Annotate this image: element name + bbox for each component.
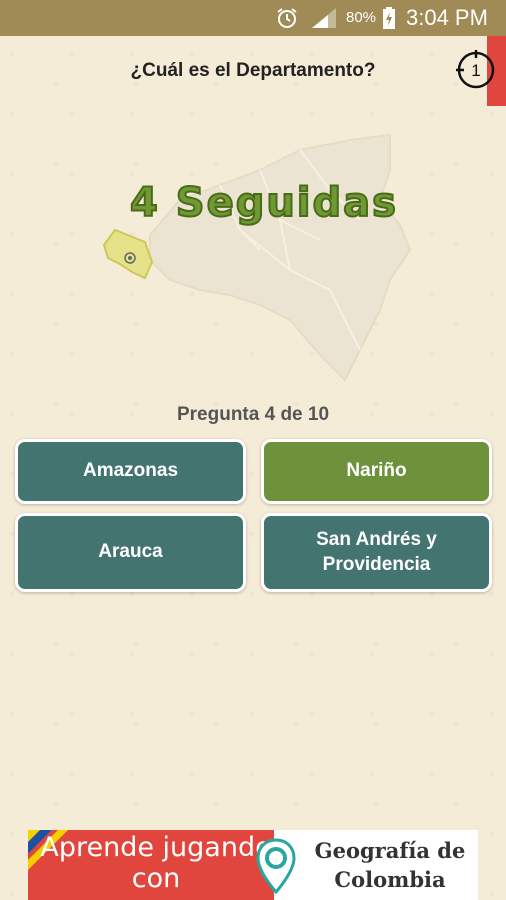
timer-value: 1 — [471, 61, 480, 80]
question-progress: Pregunta 4 de 10 — [176, 404, 330, 425]
answer-button-4[interactable]: San Andrés y Providencia — [261, 513, 492, 592]
battery-charging-icon — [383, 7, 395, 29]
clock: 3:04 PM — [406, 5, 488, 30]
timer-icon: 1 — [456, 50, 495, 89]
ad-banner[interactable]: Aprende jugando con Geografía de Colombi… — [28, 830, 478, 900]
status-bar: 80% 3:04 PM — [0, 0, 506, 36]
ad-right-panel: Geografía de Colombia — [256, 830, 478, 900]
answer-button-2[interactable]: Nariño — [261, 439, 492, 504]
question-title: ¿Cuál es el Departamento? — [130, 60, 376, 81]
ad-left-panel: Aprende jugando con — [28, 830, 274, 900]
ad-right-text: Geografía de Colombia — [314, 838, 466, 892]
alarm-icon — [277, 8, 297, 28]
signal-icon — [312, 8, 336, 28]
location-pin-icon — [256, 838, 296, 894]
answer-button-1[interactable]: Amazonas — [15, 439, 246, 504]
answer-button-3[interactable]: Arauca — [15, 513, 246, 592]
streak-label: 4 Seguidas — [129, 179, 398, 227]
map-region-outline — [149, 133, 412, 382]
colombia-map — [102, 133, 412, 382]
battery-percent: 80% — [346, 9, 377, 26]
ad-left-text: Aprende jugando con — [40, 832, 272, 894]
